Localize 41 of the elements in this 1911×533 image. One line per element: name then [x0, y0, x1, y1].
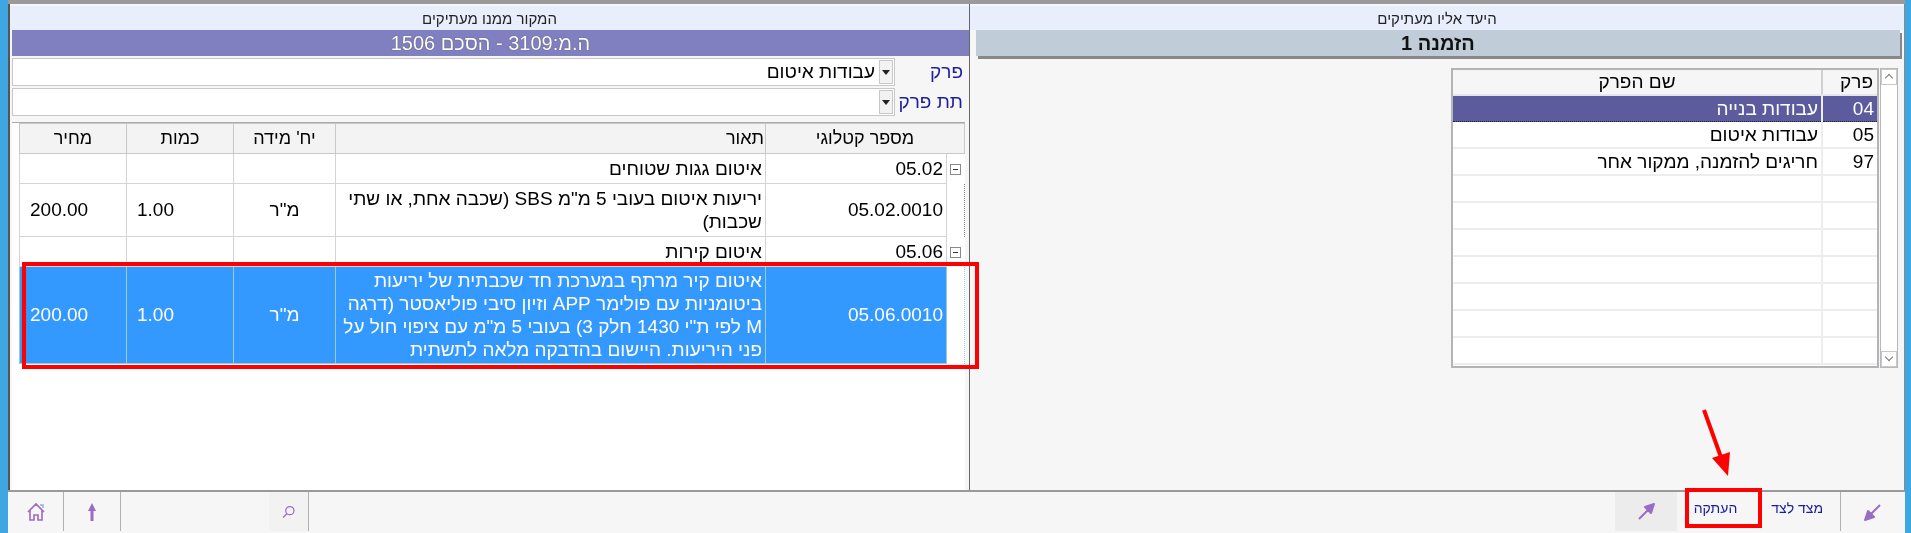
- table-cell: 200.00: [19, 266, 127, 364]
- scroll-up-icon[interactable]: [1881, 69, 1897, 85]
- table-cell: 05.06.0010: [765, 266, 947, 364]
- dropdown-field[interactable]: [12, 87, 895, 116]
- column-header: יח' מידה: [233, 123, 336, 154]
- collapse-icon[interactable]: [950, 164, 962, 176]
- table-cell: 05.02.0010: [765, 183, 947, 237]
- panel-caption: המקור ממנו מעתיקים: [10, 6, 969, 30]
- filter-label: תת פרק: [897, 90, 964, 113]
- table-cell: 97: [1822, 148, 1877, 175]
- panel-caption: היעד אליו מעתיקים: [970, 6, 1904, 30]
- table-cell: חריגים להזמנה, ממקור אחר: [1453, 148, 1822, 175]
- column-header: כמות: [126, 123, 234, 154]
- column-header: מספר קטלוגי: [765, 123, 965, 154]
- column-header: מחיר: [19, 123, 127, 154]
- table-cell: איטום קיר מרתף במערכת חד שכבתית של יריעות ביטומניות עם פולימר APP וזיון סיבי פוליאסטר (דרגה M לפי ת"י 1430 חלק 3) בעובי 5 מ"מ עם ציפוי חול על פני היריעות. היישום בהדבקה מלאה לתשתית: [335, 266, 766, 364]
- diagonal-arrow-button[interactable]: [1614, 492, 1677, 532]
- scrollbar[interactable]: [1880, 68, 1898, 368]
- table-cell: 200.00: [19, 183, 127, 237]
- filter-label: פרק: [929, 60, 964, 83]
- table-cell: עבודות איטום: [1453, 121, 1822, 148]
- table-cell: 04: [1822, 95, 1877, 122]
- column-header: תאור: [335, 123, 766, 154]
- annotation-arrow: [1701, 409, 1730, 477]
- column-header: פרק: [1822, 70, 1877, 95]
- dropdown-field[interactable]: עבודות איטום: [12, 57, 895, 86]
- collapse-icon[interactable]: [950, 247, 962, 258]
- table-cell: 05.02: [765, 153, 947, 184]
- panel-title: הזמנה 1: [976, 30, 1900, 56]
- table-cell: 1.00: [126, 266, 234, 364]
- table-cell: 1.00: [126, 183, 234, 237]
- table-cell: עבודות בנייה: [1453, 95, 1822, 122]
- table-cell: 05: [1822, 121, 1877, 148]
- table-cell: מ"ר: [233, 266, 336, 364]
- table-cell: מ"ר: [233, 183, 336, 237]
- panel-title: ה.מ:3109 - הסכם 1506: [12, 30, 969, 56]
- table-cell: איטום גגות שטוחים: [335, 153, 766, 184]
- column-header: שם הפרק: [1453, 70, 1822, 95]
- search-button[interactable]: [269, 492, 309, 532]
- table-cell: יריעות איטום בעובי 5 מ"מ SBS (שכבה אחת, או שתי שכבות): [335, 183, 766, 237]
- scroll-down-icon[interactable]: [1881, 351, 1897, 367]
